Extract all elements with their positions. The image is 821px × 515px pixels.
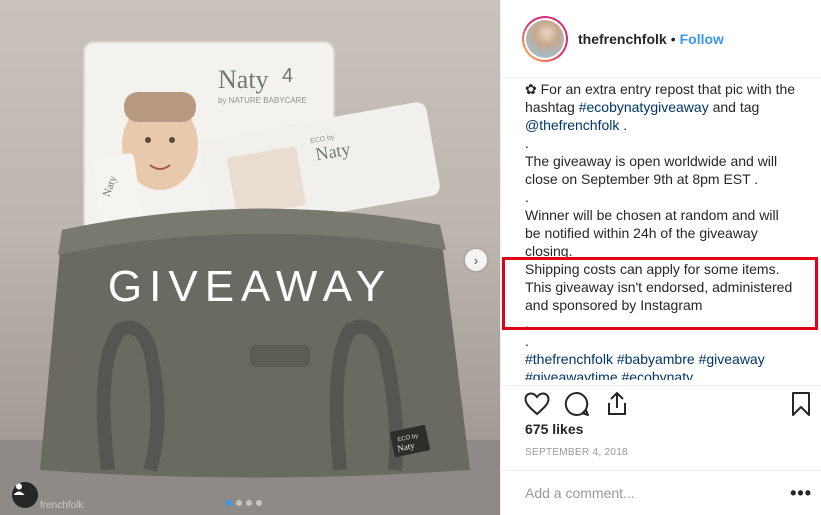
user-tag-button[interactable] <box>12 482 38 508</box>
avatar-image <box>526 19 564 58</box>
save-button[interactable] <box>787 390 815 418</box>
carousel-dot <box>226 500 232 506</box>
caption-dot: . <box>525 135 529 151</box>
comment-button[interactable] <box>563 390 591 418</box>
hashtags-line: #thefrenchfolk #babyambre #giveaway <box>525 350 797 368</box>
comment-input[interactable] <box>525 485 791 501</box>
caption-paragraph: Winner will be chosen at random and will… <box>525 207 779 259</box>
hashtag-link[interactable]: #ecobynatygiveaway <box>579 99 709 115</box>
post-photo[interactable]: Naty by NATURE BABYCARE 4 ECO by Naty Na… <box>0 0 500 515</box>
comment-bar: ••• <box>501 470 821 515</box>
bag: ECO by Naty <box>40 208 470 478</box>
post-header: thefrenchfolk • Follow <box>501 0 821 78</box>
giveaway-overlay-text: GIVEAWAY <box>107 262 393 311</box>
svg-text:Naty: Naty <box>218 65 269 94</box>
svg-text:4: 4 <box>282 65 293 87</box>
mention-link[interactable]: @thefrenchfolk <box>525 117 619 133</box>
bookmark-icon <box>792 392 810 416</box>
post-date[interactable]: SEPTEMBER 4, 2018 <box>525 447 628 458</box>
person-icon <box>13 483 25 495</box>
share-button[interactable] <box>603 390 631 418</box>
username-link[interactable]: thefrenchfolk <box>578 31 667 47</box>
caption-paragraph: The giveaway is open worldwide and will … <box>525 153 778 187</box>
hashtag-link[interactable]: #thefrenchfolk <box>525 351 613 367</box>
caption-text: and tag <box>708 99 760 115</box>
carousel-next-button[interactable]: › <box>465 249 487 271</box>
avatar[interactable] <box>522 15 568 62</box>
carousel-dot <box>236 500 242 506</box>
caption-dot: . <box>525 333 529 349</box>
avatar-inner <box>524 17 566 60</box>
share-icon <box>608 391 626 415</box>
follow-button[interactable]: Follow <box>680 31 724 47</box>
like-button[interactable] <box>523 390 551 418</box>
hashtag-link[interactable]: #babyambre <box>617 351 695 367</box>
caption-paragraph: ✿ For an extra entry repost that pic wit… <box>525 80 797 134</box>
likes-count[interactable]: 675 likes <box>525 421 583 437</box>
more-options-button[interactable]: ••• <box>790 483 812 504</box>
caption-dot: . <box>525 189 529 205</box>
hashtags-line: #giveawaytime #ecobynaty <box>525 368 797 380</box>
svg-text:by NATURE BABYCARE: by NATURE BABYCARE <box>218 96 307 105</box>
heart-icon <box>524 392 550 416</box>
hashtag-link[interactable]: #giveawaytime <box>525 369 618 380</box>
post-caption: ✿ For an extra entry repost that pic wit… <box>525 80 797 380</box>
photo-credit: frenchfolk <box>40 500 84 511</box>
carousel-dot <box>246 500 252 506</box>
hashtag-link[interactable]: #ecobynaty <box>622 369 694 380</box>
carousel-dots <box>226 500 262 506</box>
caption-text: . <box>619 117 628 133</box>
chevron-right-icon: › <box>473 252 479 268</box>
highlight-annotation-box <box>502 257 818 330</box>
separator-dot: • <box>670 30 676 47</box>
hashtag-link[interactable]: #giveaway <box>699 351 765 367</box>
comment-icon <box>564 391 589 416</box>
photo-illustration: Naty by NATURE BABYCARE 4 ECO by Naty Na… <box>0 41 500 515</box>
carousel-dot <box>256 500 262 506</box>
